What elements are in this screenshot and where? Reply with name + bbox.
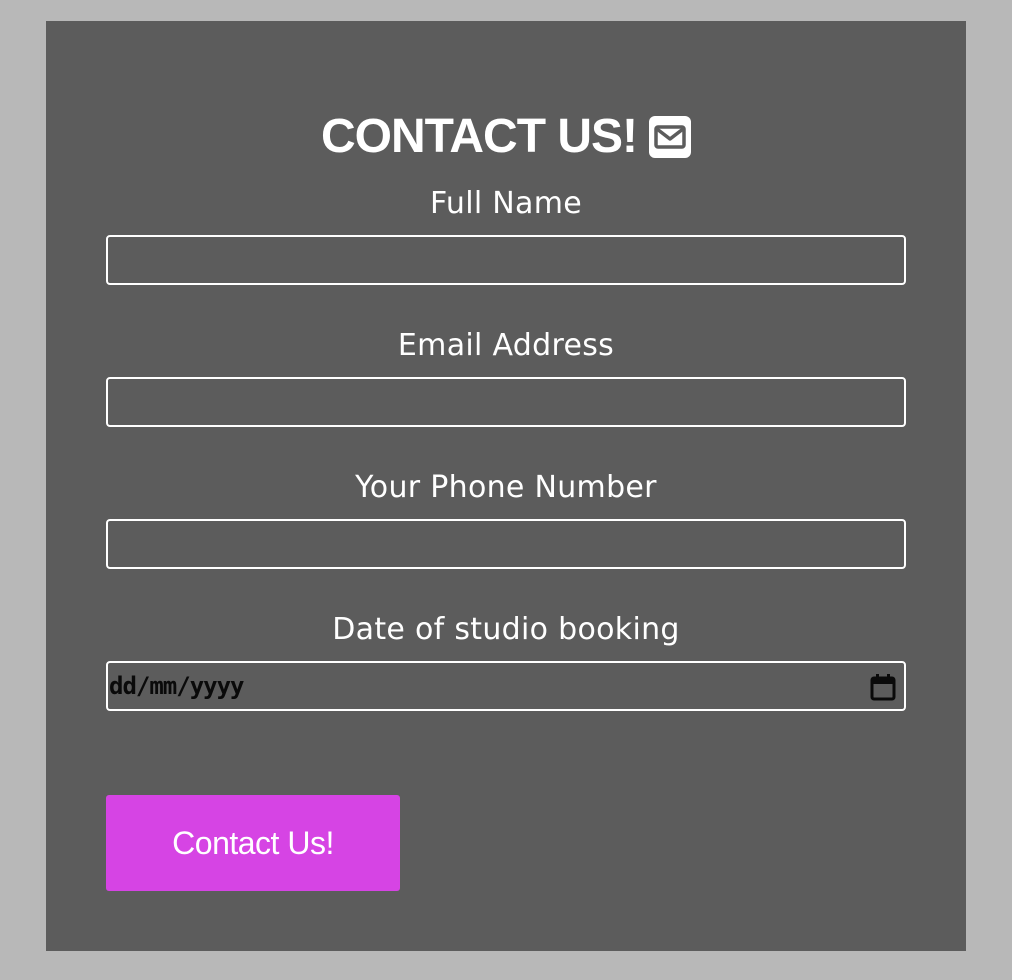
email-address-label: Email Address (397, 328, 615, 363)
booking-date-input[interactable]: dd/mm/yyyy (106, 661, 906, 711)
form-title: CONTACT US! (46, 105, 966, 167)
form-title-text: CONTACT US! (320, 109, 638, 163)
email-address-input[interactable] (106, 377, 906, 427)
full-name-input[interactable] (106, 235, 906, 285)
phone-number-input[interactable] (106, 519, 906, 569)
full-name-label: Full Name (429, 186, 583, 221)
date-placeholder: dd/mm/yyyy (109, 672, 244, 700)
booking-date-label: Date of studio booking (332, 612, 680, 647)
calendar-icon[interactable] (870, 673, 896, 701)
envelope-icon (649, 116, 692, 158)
contact-us-button[interactable]: Contact Us! (106, 795, 400, 891)
phone-number-label: Your Phone Number (355, 470, 657, 505)
contact-form-panel: CONTACT US! Full Name Email Address Your… (46, 21, 966, 951)
